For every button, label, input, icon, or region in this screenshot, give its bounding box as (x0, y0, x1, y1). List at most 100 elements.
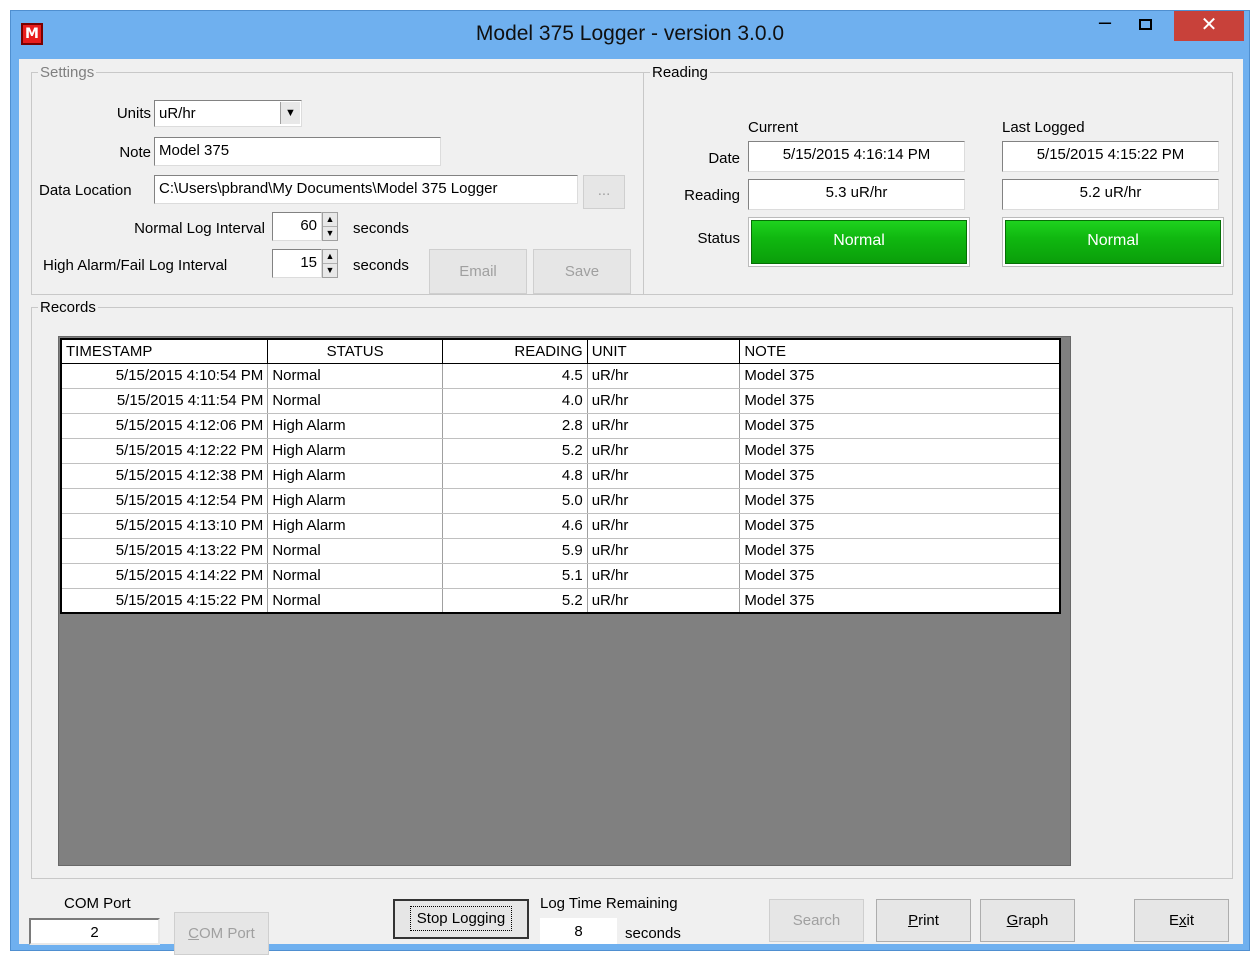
chevron-down-icon[interactable]: ▼ (280, 102, 300, 124)
search-button[interactable]: Search (769, 899, 864, 942)
log-time-remaining-label: Log Time Remaining (540, 895, 678, 912)
last-status-indicator: Normal (1002, 217, 1224, 267)
maximize-icon (1138, 19, 1152, 30)
table-row[interactable]: 5/15/2015 4:10:54 PM Normal 4.5 uR/hr Model … (61, 363, 1061, 389)
app-window: M Model 375 Logger - version 3.0.0 – ✕ S… (10, 10, 1250, 955)
note-input[interactable]: Model 375 (154, 137, 441, 166)
cell-timestamp: 5/15/2015 4:14:22 PM (61, 563, 269, 589)
cell-status: High Alarm (267, 488, 443, 514)
cell-timestamp: 5/15/2015 4:12:22 PM (61, 438, 269, 464)
cell-unit: uR/hr (587, 363, 741, 389)
cell-note: Model 375 (739, 563, 1061, 589)
maximize-button[interactable] (1129, 11, 1161, 41)
exit-button-access-key: x (1179, 912, 1187, 929)
window-title: Model 375 Logger - version 3.0.0 (475, 22, 785, 45)
print-button[interactable]: Print (876, 899, 971, 942)
high-interval-input[interactable]: 15 (272, 249, 322, 278)
table-row[interactable]: 5/15/2015 4:12:06 PM High Alarm 2.8 uR/hr Mo… (61, 413, 1061, 439)
save-button[interactable]: Save (533, 249, 631, 294)
print-button-suffix: rint (918, 912, 939, 929)
column-header-reading[interactable]: READING (441, 338, 588, 364)
email-button[interactable]: Email (429, 249, 527, 294)
spin-up-icon[interactable]: ▲ (323, 250, 337, 264)
client-area: Settings Units uR/hr ▼ Note Model 375 Da… (19, 59, 1243, 955)
last-date-field: 5/15/2015 4:15:22 PM (1002, 141, 1219, 172)
normal-interval-unit: seconds (353, 220, 409, 237)
cell-unit: uR/hr (587, 438, 741, 464)
records-table: TIMESTAMP STATUS READING UNIT NOTE 5/15/… (60, 338, 1061, 614)
cell-status: Normal (267, 363, 443, 389)
com-port-button[interactable]: COM Port (174, 912, 269, 955)
cell-reading: 4.5 (442, 363, 588, 389)
cell-reading: 2.8 (442, 413, 588, 439)
title-bar[interactable]: M Model 375 Logger - version 3.0.0 – ✕ (11, 11, 1249, 59)
com-port-button-suffix: OM Port (199, 925, 255, 942)
data-location-input[interactable]: C:\Users\pbrand\My Documents\Model 375 L… (154, 175, 578, 204)
table-row[interactable]: 5/15/2015 4:15:22 PM Normal 5.2 uR/hr Model … (61, 588, 1061, 614)
cell-note: Model 375 (739, 463, 1061, 489)
records-body: 5/15/2015 4:10:54 PM Normal 4.5 uR/hr Model … (61, 363, 1061, 614)
table-row[interactable]: 5/15/2015 4:13:10 PM High Alarm 4.6 uR/hr Mo… (61, 513, 1061, 539)
last-reading-field: 5.2 uR/hr (1002, 179, 1219, 210)
spin-down-icon[interactable]: ▼ (323, 264, 337, 278)
cell-status: Normal (267, 538, 443, 564)
cell-timestamp: 5/15/2015 4:13:10 PM (61, 513, 269, 539)
column-header-status[interactable]: STATUS (267, 338, 443, 364)
units-value: uR/hr (159, 105, 196, 122)
cell-status: High Alarm (267, 463, 443, 489)
cell-timestamp: 5/15/2015 4:12:38 PM (61, 463, 269, 489)
stop-logging-label: Stop Logging (409, 906, 513, 931)
cell-timestamp: 5/15/2015 4:15:22 PM (61, 588, 269, 614)
note-label: Note (119, 144, 151, 161)
cell-status: High Alarm (267, 438, 443, 464)
cell-status: Normal (267, 588, 443, 614)
reading-label: Reading (684, 187, 740, 204)
cell-unit: uR/hr (587, 463, 741, 489)
table-row[interactable]: 5/15/2015 4:13:22 PM Normal 5.9 uR/hr Model … (61, 538, 1061, 564)
browse-button[interactable]: ... (583, 175, 625, 209)
column-header-unit[interactable]: UNIT (586, 338, 741, 364)
current-status-text: Normal (751, 220, 967, 264)
table-row[interactable]: 5/15/2015 4:14:22 PM Normal 5.1 uR/hr Model … (61, 563, 1061, 589)
table-header-row: TIMESTAMP STATUS READING UNIT NOTE (60, 338, 1061, 364)
table-row[interactable]: 5/15/2015 4:12:22 PM High Alarm 5.2 uR/hr Mo… (61, 438, 1061, 464)
high-interval-stepper[interactable]: ▲ ▼ (322, 249, 338, 278)
last-status-text: Normal (1005, 220, 1221, 264)
table-row[interactable]: 5/15/2015 4:12:54 PM High Alarm 5.0 uR/hr Mo… (61, 488, 1061, 514)
cell-note: Model 375 (739, 538, 1061, 564)
records-legend: Records (40, 299, 96, 316)
stop-logging-button[interactable]: Stop Logging (393, 899, 529, 939)
reading-legend: Reading (652, 64, 708, 81)
exit-button-prefix: E (1168, 912, 1179, 929)
table-row[interactable]: 5/15/2015 4:12:38 PM High Alarm 4.8 uR/hr Mo… (61, 463, 1061, 489)
cell-unit: uR/hr (587, 388, 741, 414)
cell-unit: uR/hr (587, 513, 741, 539)
column-header-note[interactable]: NOTE (739, 338, 1061, 364)
current-status-indicator: Normal (748, 217, 970, 267)
close-button[interactable]: ✕ (1174, 11, 1244, 41)
column-header-timestamp[interactable]: TIMESTAMP (60, 338, 269, 364)
cell-reading: 4.6 (442, 513, 588, 539)
minimize-button[interactable]: – (1089, 11, 1121, 41)
cell-unit: uR/hr (587, 413, 741, 439)
normal-interval-input[interactable]: 60 (272, 212, 322, 241)
cell-unit: uR/hr (587, 538, 741, 564)
com-port-field[interactable]: 2 (29, 918, 160, 945)
spin-up-icon[interactable]: ▲ (323, 213, 337, 227)
normal-interval-stepper[interactable]: ▲ ▼ (322, 212, 338, 241)
spin-down-icon[interactable]: ▼ (323, 227, 337, 241)
cell-status: High Alarm (267, 413, 443, 439)
date-label: Date (708, 150, 740, 167)
exit-button[interactable]: Exit (1134, 899, 1229, 942)
cell-timestamp: 5/15/2015 4:13:22 PM (61, 538, 269, 564)
graph-button-access-key: G (1006, 912, 1019, 929)
units-select[interactable]: uR/hr ▼ (154, 100, 302, 127)
records-grid[interactable]: TIMESTAMP STATUS READING UNIT NOTE 5/15/… (58, 336, 1071, 866)
settings-legend: Settings (40, 64, 95, 81)
table-row[interactable]: 5/15/2015 4:11:54 PM Normal 4.0 uR/hr Model … (61, 388, 1061, 414)
cell-unit: uR/hr (587, 563, 741, 589)
graph-button[interactable]: Graph (980, 899, 1075, 942)
cell-unit: uR/hr (587, 488, 741, 514)
cell-note: Model 375 (739, 513, 1061, 539)
current-header: Current (748, 119, 799, 136)
